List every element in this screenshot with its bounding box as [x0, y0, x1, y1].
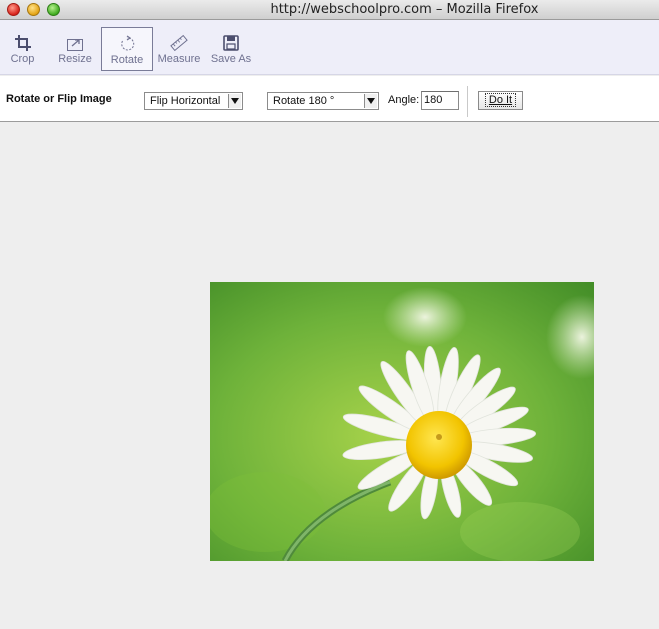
do-it-button[interactable]: Do It	[478, 91, 523, 110]
rotate-options-bar: Rotate or Flip Image Flip Horizontal Rot…	[0, 76, 659, 122]
flip-select[interactable]: Flip Horizontal	[144, 92, 243, 110]
daisy-photo[interactable]	[210, 282, 594, 561]
rotate-tool-label: Rotate	[110, 54, 144, 66]
floppy-disk-icon	[223, 35, 239, 51]
options-divider	[467, 86, 468, 117]
options-title: Rotate or Flip Image	[6, 93, 112, 105]
rotate-select-value: Rotate 180 °	[273, 95, 335, 107]
image-tools-toolbar: Crop Resize Rotate Measure Save As	[0, 20, 659, 75]
crop-tool-label: Crop	[10, 53, 35, 65]
do-it-label: Do It	[484, 93, 517, 107]
flip-select-value: Flip Horizontal	[150, 95, 221, 107]
measure-tool-button[interactable]: Measure	[157, 27, 201, 71]
measure-tool-label: Measure	[157, 53, 201, 65]
rotate-tool-button[interactable]: Rotate	[101, 27, 153, 71]
rotate-select[interactable]: Rotate 180 °	[267, 92, 379, 110]
window-title: http://webschoolpro.com – Mozilla Firefo…	[270, 2, 539, 17]
angle-label: Angle:	[388, 94, 420, 106]
angle-input[interactable]: 180	[421, 91, 459, 110]
resize-tool-label: Resize	[58, 53, 92, 65]
ruler-icon	[170, 34, 188, 52]
crop-tool-button[interactable]: Crop	[4, 27, 41, 71]
chevron-down-icon	[228, 94, 241, 108]
window-titlebar: http://webschoolpro.com – Mozilla Firefo…	[0, 0, 659, 20]
chevron-down-icon	[364, 94, 377, 108]
rotate-icon	[121, 35, 135, 51]
resize-icon	[67, 39, 83, 51]
save-as-tool-button[interactable]: Save As	[208, 27, 254, 71]
resize-tool-button[interactable]: Resize	[55, 27, 95, 71]
crop-icon	[14, 35, 31, 51]
save-as-tool-label: Save As	[210, 53, 252, 65]
